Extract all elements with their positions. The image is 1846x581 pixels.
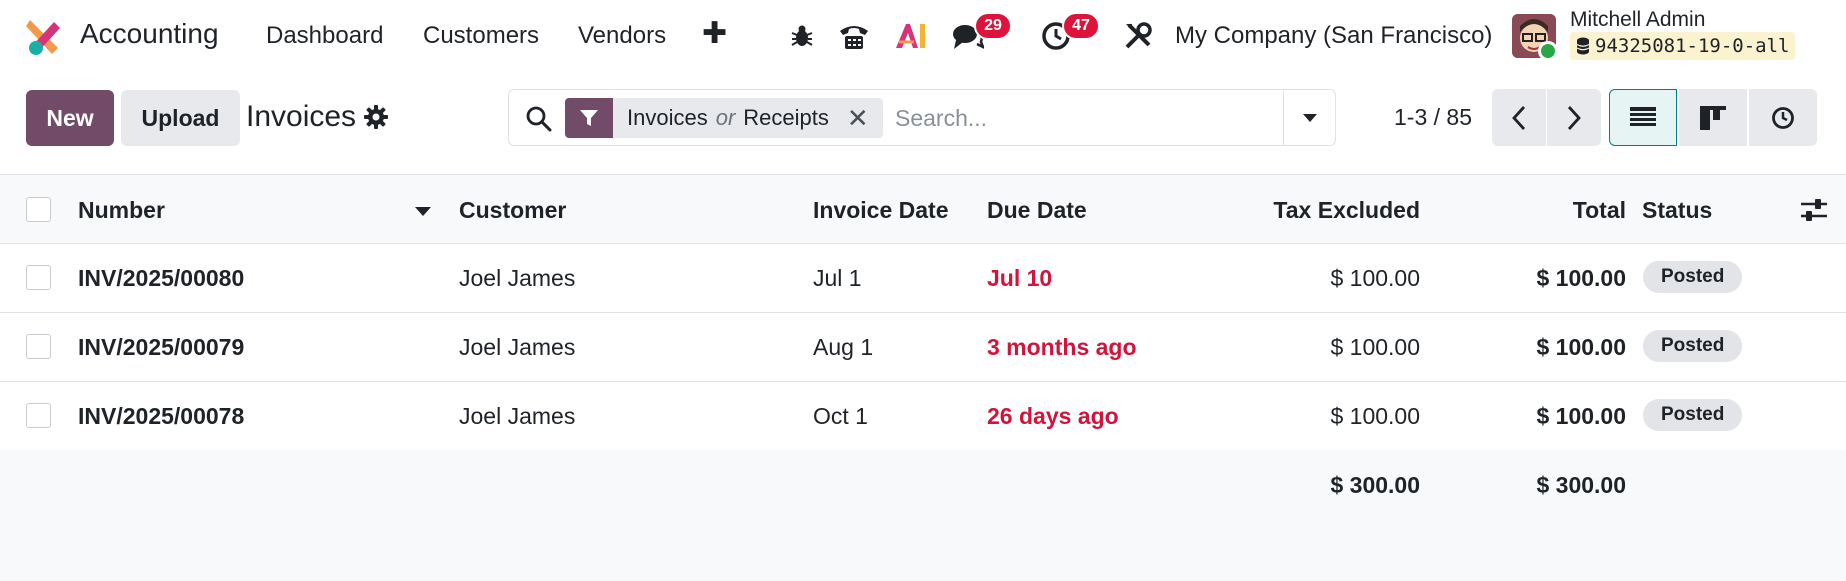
column-total[interactable]: Total	[1440, 197, 1626, 224]
plus-icon[interactable]: ✚	[702, 16, 727, 51]
database-chip: 94325081-19-0-all	[1570, 32, 1796, 60]
search-options-toggle[interactable]	[1283, 90, 1335, 145]
database-icon	[1576, 37, 1590, 55]
clock-icon[interactable]: 47	[1038, 12, 1100, 54]
column-invoice-date[interactable]: Invoice Date	[813, 197, 949, 224]
invoice-number: INV/2025/00079	[78, 334, 245, 360]
activity-view-button[interactable]	[1749, 89, 1817, 146]
facet-values: Invoices or Receipts ✕	[613, 98, 883, 138]
upload-button[interactable]: Upload	[121, 90, 240, 146]
table-header: Number Customer Invoice Date Due Date Ta…	[0, 174, 1846, 244]
facet-value-receipts: Receipts	[743, 105, 829, 130]
activities-badge: 47	[1062, 12, 1100, 40]
caret-down-icon	[1302, 113, 1317, 122]
page-title: Invoices	[246, 100, 357, 133]
search-input[interactable]	[895, 100, 1275, 136]
column-tax-excluded[interactable]: Tax Excluded	[1200, 197, 1420, 224]
row-checkbox[interactable]	[26, 403, 51, 428]
menu-vendors[interactable]: Vendors	[578, 22, 666, 50]
due-date: 3 months ago	[987, 334, 1137, 360]
total: $ 100.00	[1536, 403, 1626, 429]
pager-next-button[interactable]	[1547, 89, 1601, 146]
filter-icon	[565, 98, 613, 138]
status-badge: Posted	[1643, 261, 1743, 293]
close-icon[interactable]: ✕	[847, 103, 869, 134]
grand-total: $ 300.00	[1536, 472, 1626, 498]
totals-row: $ 300.00 $ 300.00	[0, 450, 1846, 581]
ai-icon[interactable]	[893, 18, 929, 54]
tools-icon[interactable]	[1120, 18, 1156, 54]
menu-customers[interactable]: Customers	[423, 22, 539, 50]
table-row[interactable]: INV/2025/00079 Joel James Aug 1 3 months…	[0, 313, 1846, 382]
accounting-app-logo-icon[interactable]	[24, 16, 64, 56]
tax-excluded: $ 100.00	[1330, 265, 1420, 291]
tax-excluded: $ 100.00	[1330, 334, 1420, 360]
customer-name: Joel James	[459, 265, 576, 291]
pager-value[interactable]: 1-3 / 85	[1394, 104, 1472, 131]
kanban-view-icon	[1700, 105, 1726, 130]
tax-excluded: $ 100.00	[1330, 403, 1420, 429]
top-navbar: Accounting Dashboard Customers Vendors ✚…	[0, 0, 1846, 72]
customer-name: Joel James	[459, 403, 576, 429]
customer-name: Joel James	[459, 334, 576, 360]
pager-previous-button[interactable]	[1492, 89, 1546, 146]
invoice-number: INV/2025/00078	[78, 403, 245, 429]
bug-icon[interactable]	[784, 18, 820, 54]
row-checkbox[interactable]	[26, 334, 51, 359]
chevron-left-icon	[1512, 105, 1526, 130]
chevron-right-icon	[1567, 105, 1581, 130]
phone-icon[interactable]	[836, 18, 872, 54]
list-view-icon	[1630, 106, 1656, 126]
facet-or-text: or	[715, 105, 736, 130]
new-button[interactable]: New	[26, 90, 114, 146]
search-facet[interactable]: Invoices or Receipts ✕	[565, 98, 883, 138]
select-all-checkbox[interactable]	[26, 197, 51, 222]
status-badge: Posted	[1643, 330, 1743, 362]
column-due-date[interactable]: Due Date	[987, 197, 1087, 224]
sort-desc-icon[interactable]	[415, 207, 431, 216]
list-view-button[interactable]	[1609, 89, 1677, 146]
invoice-number: INV/2025/00080	[78, 265, 245, 291]
status-badge: Posted	[1643, 399, 1743, 431]
gear-icon[interactable]	[363, 104, 389, 130]
search-icon[interactable]	[525, 105, 553, 133]
online-status-icon	[1538, 41, 1558, 61]
clock-icon	[1772, 106, 1794, 129]
total: $ 100.00	[1536, 265, 1626, 291]
column-customer[interactable]: Customer	[459, 197, 566, 224]
menu-dashboard[interactable]: Dashboard	[266, 22, 383, 50]
search-bar: Invoices or Receipts ✕	[508, 89, 1336, 146]
user-name[interactable]: Mitchell Admin	[1570, 8, 1705, 32]
chat-icon[interactable]: 29	[950, 12, 1012, 54]
column-number[interactable]: Number	[78, 197, 165, 224]
invoice-date: Oct 1	[813, 403, 868, 429]
due-date: 26 days ago	[987, 403, 1119, 429]
total-tax-excluded: $ 300.00	[1330, 472, 1420, 498]
total: $ 100.00	[1536, 334, 1626, 360]
kanban-view-button[interactable]	[1679, 89, 1747, 146]
table-row[interactable]: INV/2025/00080 Joel James Jul 1 Jul 10 $…	[0, 244, 1846, 313]
due-date: Jul 10	[987, 265, 1053, 291]
database-name: 94325081-19-0-all	[1595, 35, 1790, 57]
company-switcher[interactable]: My Company (San Francisco)	[1175, 22, 1492, 50]
facet-value-invoices: Invoices	[627, 105, 708, 130]
table-row[interactable]: INV/2025/00078 Joel James Oct 1 26 days …	[0, 382, 1846, 451]
row-checkbox[interactable]	[26, 265, 51, 290]
invoice-date: Jul 1	[813, 265, 862, 291]
optional-columns-icon[interactable]	[1800, 197, 1828, 223]
messages-badge: 29	[974, 12, 1012, 40]
invoice-date: Aug 1	[813, 334, 874, 360]
app-name[interactable]: Accounting	[80, 18, 219, 50]
column-status[interactable]: Status	[1642, 197, 1712, 224]
